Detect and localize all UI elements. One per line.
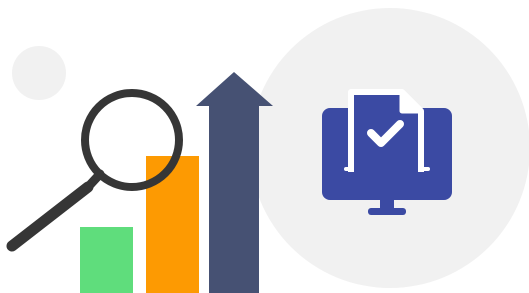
monitor-document-check-icon	[322, 89, 452, 215]
magnifying-glass-icon	[6, 89, 183, 252]
monitor-stand-base	[368, 208, 406, 215]
magnifier-handle	[6, 181, 94, 252]
arrow-up-icon	[196, 72, 273, 293]
analytics-illustration	[0, 0, 529, 293]
growth-arrow-shape	[196, 72, 273, 293]
